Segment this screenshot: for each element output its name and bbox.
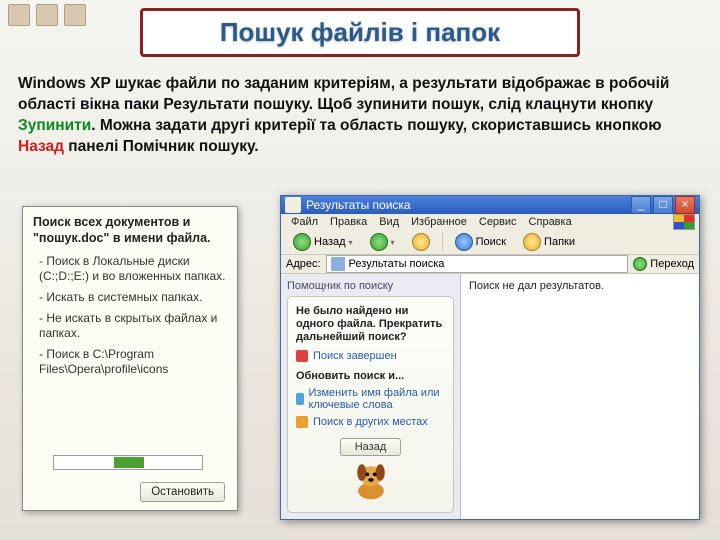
search-button[interactable]: Поиск	[448, 230, 513, 254]
results-window: Результаты поиска _ □ × Файл Правка Вид …	[280, 195, 700, 520]
back-icon	[293, 233, 311, 251]
go-icon	[633, 257, 647, 271]
search-done-link[interactable]: Поиск завершен	[296, 350, 445, 362]
menu-bar: Файл Правка Вид Избранное Сервис Справка	[281, 214, 699, 230]
slide-title: Пошук файлів і папок	[140, 8, 580, 57]
edit-icon	[296, 393, 304, 405]
decor-icon	[8, 4, 30, 26]
dog-assistant-icon[interactable]	[348, 456, 394, 502]
body-seg3: . Можна задати другі критерії та область…	[91, 117, 661, 134]
search-criteria-popup: Поиск всех документов и "пошук.doc" в им…	[22, 206, 238, 511]
address-bar: Адрес: Результаты поиска Переход	[281, 255, 699, 274]
status-bar: Найдено файлов: 0	[281, 519, 699, 520]
decor-icon	[64, 4, 86, 26]
up-icon	[412, 233, 430, 251]
change-name-label: Изменить имя файла или ключевые слова	[309, 387, 446, 411]
close-button[interactable]: ×	[675, 196, 695, 214]
go-label: Переход	[650, 258, 694, 270]
search-elsewhere-label: Поиск в других местах	[313, 416, 428, 428]
stop-button[interactable]: Остановить	[140, 482, 225, 502]
separator	[442, 232, 443, 252]
menu-view[interactable]: Вид	[373, 216, 405, 228]
up-button[interactable]	[405, 230, 437, 254]
folders-icon	[523, 233, 541, 251]
decor-icon	[36, 4, 58, 26]
search-elsewhere-link[interactable]: Поиск в других местах	[296, 416, 445, 428]
go-button[interactable]: Переход	[633, 257, 694, 271]
assistant-panel: Не было найдено ни одного файла. Прекрат…	[287, 296, 454, 513]
no-results-text: Поиск не дал результатов.	[469, 280, 604, 292]
popup-item: - Не искать в скрытых файлах и папках.	[39, 311, 227, 341]
window-body: Помощник по поиску Не было найдено ни од…	[281, 274, 699, 519]
folders-button[interactable]: Папки	[516, 230, 582, 254]
body-paragraph: Windows XP шукає файли по заданим критер…	[18, 74, 690, 158]
maximize-button[interactable]: □	[653, 196, 673, 214]
toolbar: Назад ▾ ▾ Поиск Папки	[281, 230, 699, 255]
search-assistant-pane: Помощник по поиску Не было найдено ни од…	[281, 274, 461, 519]
chevron-down-icon: ▾	[391, 238, 395, 247]
menu-fav[interactable]: Избранное	[405, 216, 473, 228]
menu-file[interactable]: Файл	[285, 216, 324, 228]
stop-icon	[296, 350, 308, 362]
back-button[interactable]: Назад ▾	[286, 230, 360, 254]
body-stop: Зупинити	[18, 117, 91, 134]
window-title: Результаты поиска	[306, 198, 411, 212]
update-header: Обновить поиск и...	[296, 370, 445, 382]
progress-bar	[53, 455, 203, 470]
menu-help[interactable]: Справка	[523, 216, 578, 228]
menu-tools[interactable]: Сервис	[473, 216, 523, 228]
body-back: Назад	[18, 138, 64, 155]
forward-button[interactable]: ▾	[363, 230, 402, 254]
slide-title-text: Пошук файлів і папок	[220, 17, 500, 47]
body-seg4: панелі Помічник пошуку.	[64, 138, 259, 155]
forward-icon	[370, 233, 388, 251]
results-area: Поиск не дал результатов.	[461, 274, 699, 519]
search-done-label: Поиск завершен	[313, 350, 397, 362]
popup-item: - Искать в системных папках.	[39, 290, 227, 305]
change-name-link[interactable]: Изменить имя файла или ключевые слова	[296, 387, 445, 411]
chevron-down-icon: ▾	[349, 238, 353, 247]
back-label: Назад	[314, 236, 346, 248]
address-input[interactable]: Результаты поиска	[326, 255, 629, 273]
window-titlebar[interactable]: Результаты поиска _ □ ×	[281, 196, 699, 214]
corner-decor-icons	[8, 4, 86, 26]
body-seg2: шукає файли по заданим критеріям, а резу…	[18, 75, 669, 113]
popup-item: - Поиск в Локальные диски (C:;D:;E:) и в…	[39, 254, 227, 284]
address-label: Адрес:	[286, 258, 321, 270]
address-value: Результаты поиска	[349, 258, 445, 270]
progress-fill	[114, 457, 144, 468]
menu-edit[interactable]: Правка	[324, 216, 373, 228]
window-icon	[285, 197, 301, 213]
assistant-message: Не было найдено ни одного файла. Прекрат…	[296, 305, 445, 345]
search-icon	[455, 233, 473, 251]
popup-item: - Поиск в C:\Program Files\Opera\profile…	[39, 347, 227, 377]
windows-flag-icon	[673, 214, 695, 230]
popup-header: Поиск всех документов и "пошук.doc" в им…	[33, 215, 227, 246]
minimize-button[interactable]: _	[631, 196, 651, 214]
assistant-header: Помощник по поиску	[287, 280, 454, 292]
body-seg1: Windows XP	[18, 75, 115, 92]
search-small-icon	[296, 416, 308, 428]
folders-label: Папки	[544, 236, 575, 248]
search-label: Поиск	[476, 236, 506, 248]
assistant-back-button[interactable]: Назад	[340, 438, 402, 456]
address-icon	[331, 257, 345, 271]
